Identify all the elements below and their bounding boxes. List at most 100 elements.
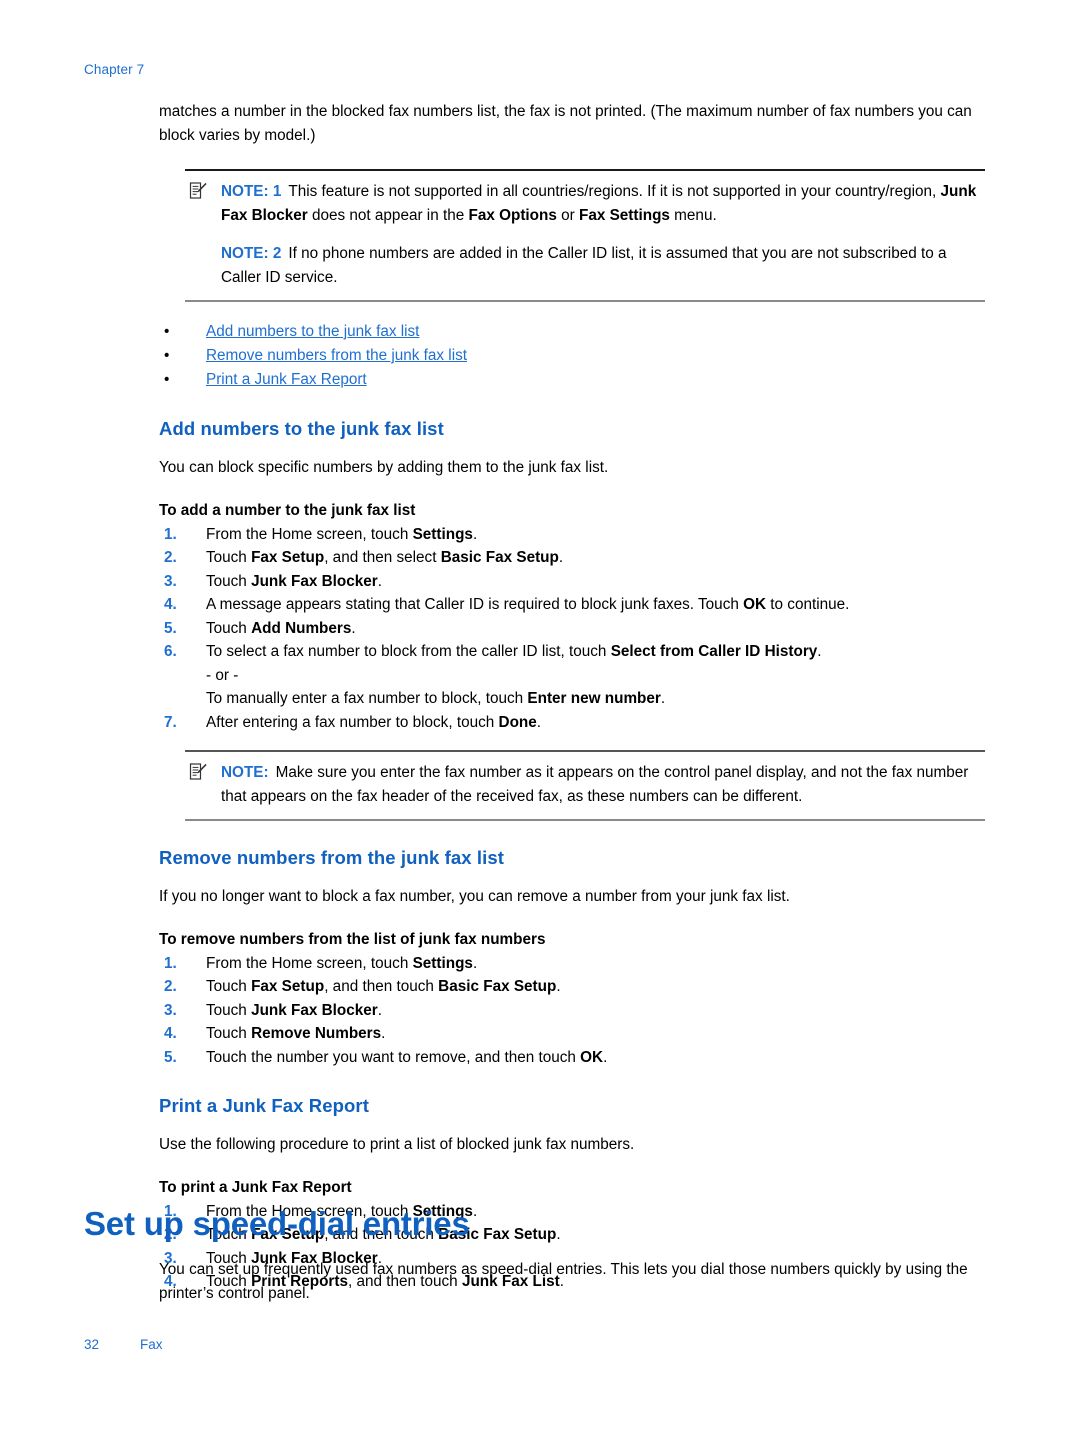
- bullet-glyph: •: [164, 347, 170, 364]
- step-text: From the Home screen, touch: [206, 954, 413, 972]
- step-text-end: .: [817, 643, 822, 660]
- note-text-1b: does not appear in the: [307, 206, 469, 224]
- step-bold: Add Numbers: [251, 619, 352, 637]
- step-number: 2.: [164, 978, 177, 995]
- step-bold: Settings: [412, 525, 473, 543]
- step-text-end: .: [377, 572, 383, 590]
- step-or-separator: - or -: [206, 666, 239, 684]
- step-number: 1.: [164, 954, 177, 972]
- step-number: 7.: [164, 713, 177, 731]
- step-text-end: to continue.: [766, 596, 850, 613]
- step-number: 5.: [164, 1048, 177, 1066]
- page-content: matches a number in the blocked fax numb…: [159, 100, 985, 1294]
- note-label-1: NOTE: 1: [221, 183, 282, 200]
- step-text: Touch: [206, 1025, 252, 1042]
- step-bold: Done: [498, 713, 537, 731]
- step-text-end: .: [603, 1048, 608, 1066]
- note-item-1: NOTE: 1 This feature is not supported in …: [185, 180, 985, 227]
- footer-section-name: Fax: [140, 1337, 163, 1352]
- step-bold: Settings: [412, 954, 473, 972]
- note-text-1c: or: [556, 206, 579, 224]
- step-bold: Junk Fax Blocker: [251, 572, 378, 590]
- step-number: 2.: [164, 549, 177, 566]
- step-bold: Select from Caller ID History: [610, 643, 818, 660]
- step-bold: OK: [743, 596, 767, 613]
- step-text-end: .: [381, 1025, 386, 1042]
- step-text-end: .: [556, 978, 561, 995]
- proc-title-print: To print a Junk Fax Report: [159, 1178, 352, 1196]
- step-text: Touch: [206, 619, 252, 637]
- step-alt-text: To manually enter a fax number to block,…: [206, 690, 528, 707]
- step-bold: Fax Setup: [251, 549, 325, 566]
- step-text-end: .: [377, 1001, 383, 1019]
- link-remove-numbers[interactable]: Remove numbers from the junk fax list: [206, 347, 467, 364]
- list-item: • Remove numbers from the junk fax list: [159, 344, 985, 368]
- step-text-end: .: [472, 525, 478, 543]
- step-text-end: .: [536, 713, 542, 731]
- bullet-glyph: •: [164, 323, 170, 340]
- paragraph-add-intro: You can block specific numbers by adding…: [159, 459, 609, 476]
- steps-remove-numbers: 1. From the Home screen, touch Settings.…: [159, 952, 985, 1070]
- list-item: • Print a Junk Fax Report: [159, 368, 985, 392]
- list-item: 2. Touch Fax Setup, and then touch Basic…: [159, 975, 985, 999]
- note-text-middle: Make sure you enter the fax number as it…: [221, 764, 969, 805]
- link-add-numbers[interactable]: Add numbers to the junk fax list: [206, 323, 419, 340]
- list-item: 1. From the Home screen, touch Settings.: [159, 523, 985, 547]
- note-box-top: NOTE: 1 This feature is not supported in …: [185, 169, 985, 302]
- step-number: 3.: [164, 1001, 177, 1019]
- cross-reference-list: • Add numbers to the junk fax list • Rem…: [159, 320, 985, 392]
- step-text: Touch: [206, 1001, 252, 1019]
- bullet-glyph: •: [164, 371, 170, 388]
- list-item: • Add numbers to the junk fax list: [159, 320, 985, 344]
- heading-speed-dial: Set up speed-dial entries: [84, 1205, 470, 1242]
- note-label-2: NOTE: 2: [221, 245, 282, 262]
- intro-paragraph: matches a number in the blocked fax numb…: [159, 103, 972, 144]
- note-bold-1c: Fax Settings: [578, 206, 670, 224]
- step-text-end: .: [351, 619, 356, 637]
- link-print-report[interactable]: Print a Junk Fax Report: [206, 371, 367, 388]
- note-bold-1b: Fax Options: [468, 206, 557, 224]
- step-number: 5.: [164, 619, 177, 637]
- step-number: 4.: [164, 1025, 177, 1042]
- step-bold: Fax Setup: [251, 978, 325, 995]
- footer-page-number: 32: [84, 1337, 100, 1352]
- list-item: 5. Touch Add Numbers.: [159, 617, 985, 641]
- list-item: 2. Touch Fax Setup, and then select Basi…: [159, 546, 985, 570]
- list-item: 3. Touch Junk Fax Blocker.: [159, 999, 985, 1023]
- step-text-mid: , and then select: [324, 549, 441, 566]
- step-text: To select a fax number to block from the…: [206, 643, 611, 660]
- note-box-middle: NOTE: Make sure you enter the fax number …: [185, 750, 985, 821]
- step-number: 4.: [164, 596, 177, 613]
- note-label-middle: NOTE:: [221, 764, 269, 781]
- chapter-header: Chapter 7: [84, 62, 145, 77]
- steps-add-numbers: 1. From the Home screen, touch Settings.…: [159, 523, 985, 735]
- page-footer: 32 Fax: [84, 1337, 163, 1352]
- note-text-1a: This feature is not supported in all cou…: [288, 183, 941, 200]
- note-text-1d: menu.: [669, 206, 717, 224]
- step-alt-text-end: .: [660, 690, 666, 707]
- step-bold: Remove Numbers: [251, 1025, 382, 1042]
- step-text: From the Home screen, touch: [206, 525, 413, 543]
- step-bold-2: Basic Fax Setup: [440, 549, 559, 566]
- step-alternate: To manually enter a fax number to block,…: [206, 687, 985, 711]
- list-item: 6. To select a fax number to block from …: [159, 640, 985, 711]
- paragraph-remove-intro: If you no longer want to block a fax num…: [159, 888, 790, 905]
- list-item: 7. After entering a fax number to block,…: [159, 711, 985, 735]
- step-text-end: .: [556, 1226, 561, 1243]
- note-pencil-icon: [189, 763, 207, 781]
- step-text: Touch the number you want to remove, and…: [206, 1048, 581, 1066]
- step-text: Touch: [206, 549, 252, 566]
- step-text: After entering a fax number to block, to…: [206, 713, 499, 731]
- step-text-mid: , and then touch: [324, 978, 439, 995]
- step-text-end: .: [472, 954, 478, 972]
- list-item: 4. A message appears stating that Caller…: [159, 593, 985, 617]
- step-number: 6.: [164, 643, 177, 660]
- list-item: 4. Touch Remove Numbers.: [159, 1022, 985, 1046]
- step-text-end: .: [472, 1202, 478, 1220]
- step-text-end: .: [558, 549, 564, 566]
- step-text: A message appears stating that Caller ID…: [206, 596, 744, 613]
- list-item: 1. From the Home screen, touch Settings.: [159, 952, 985, 976]
- note-pencil-icon: [189, 182, 207, 200]
- step-bold: OK: [580, 1048, 604, 1066]
- document-page: Chapter 7 matches a number in the blocke…: [0, 0, 1080, 1437]
